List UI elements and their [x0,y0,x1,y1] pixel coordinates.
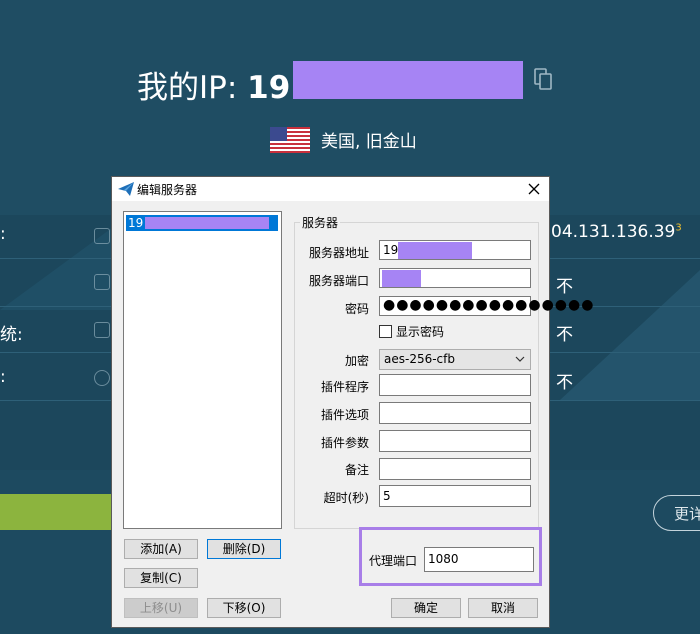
server-port-input[interactable] [379,268,531,288]
ok-button[interactable]: 确定 [391,598,461,618]
show-password-label[interactable]: 显示密码 [396,323,444,340]
dialog-title: 编辑服务器 [137,183,198,197]
plugin-program-input[interactable] [379,374,531,396]
row-label: : [0,367,6,387]
add-button[interactable]: 添加(A) [124,539,198,559]
remarks-label: 备注 [344,463,369,477]
show-password-checkbox[interactable] [379,325,392,338]
row-value: 不 [556,277,573,297]
row-label: : [0,224,6,244]
redaction [145,217,269,229]
plugin-program-label: 插件程序 [320,380,369,394]
us-flag-icon [270,127,310,153]
more-details-button[interactable]: 更详 [653,495,700,531]
server-list[interactable]: 19 [123,211,282,529]
server-address-label: 服务器地址 [308,246,369,260]
server-port-label: 服务器端口 [308,274,369,288]
proxy-port-input[interactable]: 1080 [424,547,534,572]
redaction [398,242,472,259]
copy-icon[interactable] [534,68,552,90]
server-list-item[interactable]: 19 [126,215,278,231]
row-value: 不 [556,325,573,345]
cancel-button[interactable]: 取消 [468,598,538,618]
browser-icon [94,370,110,386]
dialog-titlebar[interactable]: 编辑服务器 [112,177,549,201]
timeout-label: 超时(秒) [323,491,369,505]
monitor-icon [94,274,110,290]
ip-redaction [293,61,523,99]
delete-button[interactable]: 删除(D) [207,539,281,559]
bg-decoration [560,270,700,400]
plugin-args-input[interactable] [379,430,531,452]
redaction [382,270,421,287]
network-icon [94,228,110,244]
ip-value: 19 [247,70,291,106]
timeout-input[interactable]: 5 [379,485,531,507]
proxy-port-label: 代理端口 [369,554,418,568]
encryption-label: 加密 [344,354,369,368]
paper-plane-icon [118,182,134,196]
move-down-button[interactable]: 下移(O) [207,598,281,618]
edit-server-dialog: 编辑服务器 19 服务器 服务器地址 19 服务器端口 密码 ●●●●●●●●●… [111,176,593,628]
password-input[interactable]: ●●●●●●●●●●●●●●●● [379,296,593,316]
row-value: 不 [556,373,573,393]
windows-icon [94,322,110,338]
move-up-button[interactable]: 上移(U) [124,598,198,618]
chevron-down-icon [515,356,525,362]
encryption-select[interactable]: aes-256-cfb [379,349,531,370]
row-label: 统: [0,325,23,345]
ip-label: 我的IP: [137,70,248,106]
close-icon[interactable] [525,180,543,198]
primary-action-button[interactable] [0,494,112,530]
ip-address-value: 04.131.136.393 [551,222,682,242]
plugin-options-input[interactable] [379,402,531,424]
copy-button[interactable]: 复制(C) [124,568,198,588]
location-text: 美国, 旧金山 [321,132,417,152]
ip-title: 我的IP: 19 [137,62,290,107]
remarks-input[interactable] [379,458,531,480]
password-label: 密码 [344,302,369,316]
server-address-input[interactable]: 19 [379,240,531,260]
plugin-args-label: 插件参数 [320,436,369,450]
plugin-options-label: 插件选项 [320,408,369,422]
server-group-title: 服务器 [300,214,341,231]
